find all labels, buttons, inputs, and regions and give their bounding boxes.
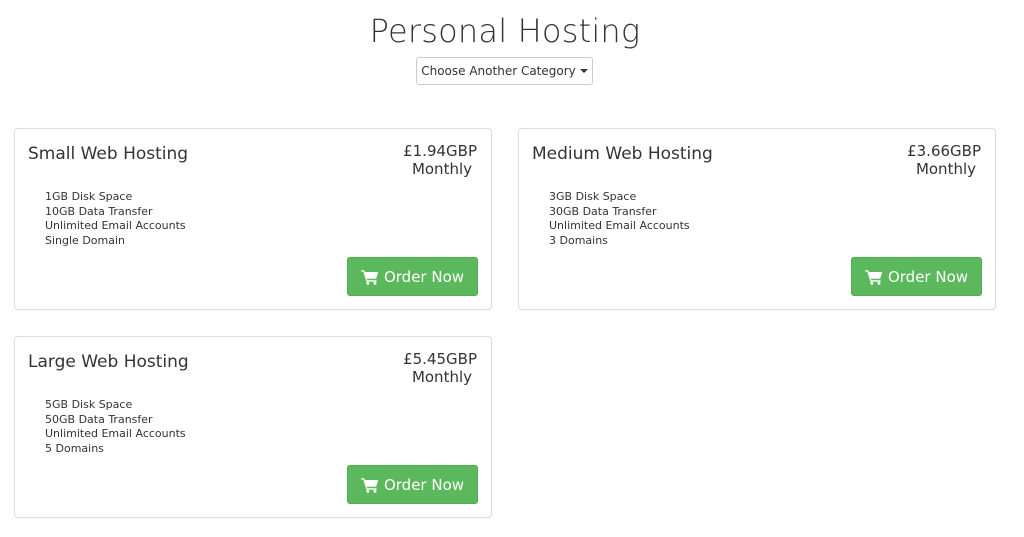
- plan-price: £1.94GBP Monthly: [403, 142, 477, 178]
- feature-list: 3GB Disk Space 30GB Data Transfer Unlimi…: [549, 190, 690, 248]
- price-period: Monthly: [411, 368, 472, 386]
- plan-card-small: Small Web Hosting £1.94GBP Monthly 1GB D…: [14, 128, 492, 310]
- page-title: Personal Hosting: [369, 12, 641, 50]
- plan-card-medium: Medium Web Hosting £3.66GBP Monthly 3GB …: [518, 128, 996, 310]
- order-now-label: Order Now: [887, 267, 969, 286]
- feature-item: 5 Domains: [45, 441, 104, 455]
- price-period: Monthly: [411, 160, 472, 178]
- feature-item: Single Domain: [45, 233, 125, 247]
- price-period: Monthly: [915, 160, 976, 178]
- choose-category-dropdown[interactable]: Choose Another Category: [416, 57, 593, 85]
- feature-list: 5GB Disk Space 50GB Data Transfer Unlimi…: [45, 398, 186, 456]
- plan-price: £5.45GBP Monthly: [403, 350, 477, 386]
- plan-price: £3.66GBP Monthly: [907, 142, 981, 178]
- shopping-cart-icon: [864, 269, 883, 285]
- shopping-cart-icon: [360, 477, 379, 493]
- price-amount: £3.66GBP: [907, 142, 981, 160]
- feature-item: 50GB Data Transfer: [45, 412, 153, 426]
- feature-item: 3GB Disk Space: [549, 190, 637, 203]
- feature-item: 10GB Data Transfer: [45, 204, 153, 218]
- plan-name: Large Web Hosting: [28, 352, 189, 372]
- feature-list: 1GB Disk Space 10GB Data Transfer Unlimi…: [45, 190, 186, 248]
- order-now-label: Order Now: [383, 267, 465, 286]
- order-now-button[interactable]: Order Now: [347, 257, 478, 296]
- price-amount: £1.94GBP: [403, 142, 477, 160]
- feature-item: Unlimited Email Accounts: [45, 427, 186, 441]
- plan-name: Small Web Hosting: [28, 144, 189, 164]
- order-now-label: Order Now: [383, 475, 465, 494]
- feature-item: Unlimited Email Accounts: [45, 219, 186, 233]
- feature-item: 30GB Data Transfer: [549, 204, 657, 218]
- caret-down-icon: [579, 69, 588, 73]
- category-dropdown-label: Choose Another Category: [421, 64, 576, 78]
- feature-item: 1GB Disk Space: [45, 190, 133, 203]
- feature-item: 5GB Disk Space: [45, 398, 133, 411]
- feature-item: Unlimited Email Accounts: [549, 219, 690, 233]
- order-now-button[interactable]: Order Now: [851, 257, 982, 296]
- plan-name: Medium Web Hosting: [532, 144, 713, 164]
- shopping-cart-icon: [360, 269, 379, 285]
- plan-card-large: Large Web Hosting £5.45GBP Monthly 5GB D…: [14, 336, 492, 518]
- price-amount: £5.45GBP: [403, 350, 477, 368]
- feature-item: 3 Domains: [549, 233, 608, 247]
- order-now-button[interactable]: Order Now: [347, 465, 478, 504]
